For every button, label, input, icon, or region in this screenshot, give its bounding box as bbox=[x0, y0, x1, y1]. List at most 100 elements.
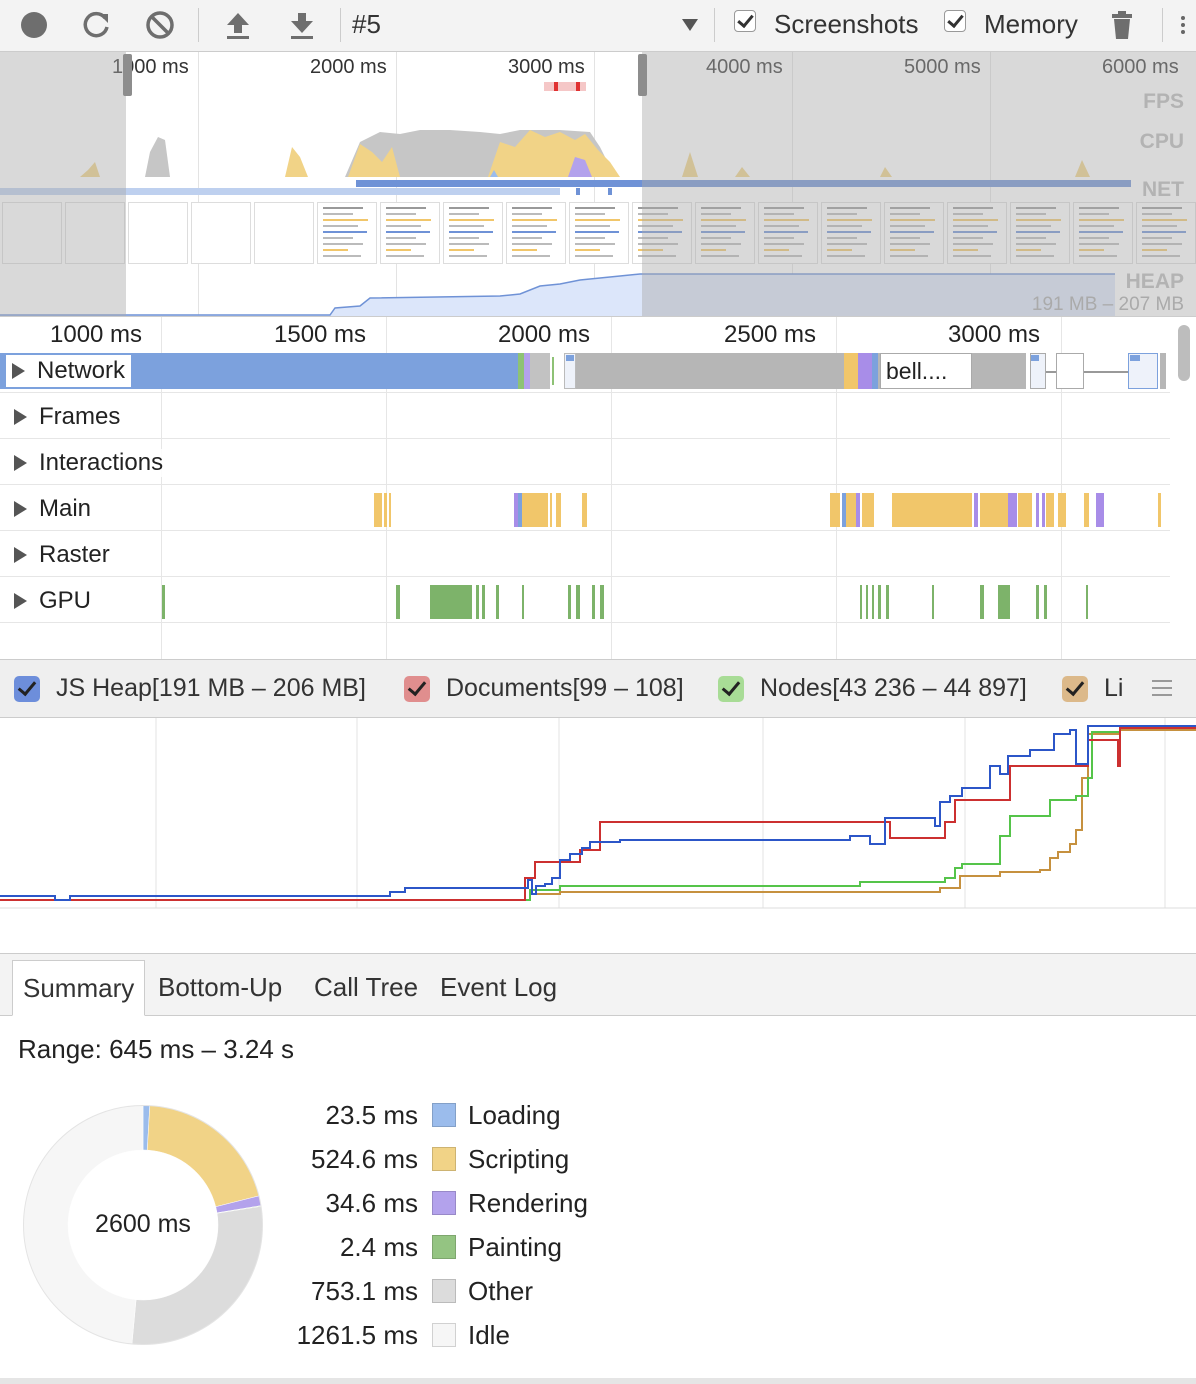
legend-label: Rendering bbox=[468, 1187, 588, 1218]
tab-bottom-up[interactable]: Bottom-Up bbox=[148, 960, 292, 1016]
legend-label: Painting bbox=[468, 1231, 562, 1262]
selection-outside-left bbox=[0, 52, 126, 316]
selection-outside-right bbox=[642, 52, 1196, 316]
legend-label: Other bbox=[468, 1275, 534, 1306]
clear-icon[interactable] bbox=[142, 6, 178, 44]
legend-row-scripting: 524.6 ms Scripting bbox=[260, 1144, 569, 1174]
legend-label: Scripting bbox=[468, 1143, 570, 1174]
recording-select[interactable]: #5 bbox=[352, 9, 381, 40]
menu-icon[interactable] bbox=[1152, 680, 1172, 701]
screenshot-thumbnail bbox=[380, 202, 440, 264]
expand-arrow-icon[interactable] bbox=[14, 501, 27, 517]
ruler-tick: 3000 ms bbox=[948, 321, 1041, 348]
memory-graph[interactable] bbox=[0, 718, 1196, 954]
legend-value: 753.1 ms bbox=[311, 1275, 418, 1306]
expand-arrow-icon[interactable] bbox=[14, 547, 27, 563]
download-icon[interactable] bbox=[284, 6, 320, 44]
track-label-network[interactable]: Network bbox=[6, 355, 132, 387]
legend-value: 34.6 ms bbox=[325, 1187, 419, 1218]
details-tabs: Summary Bottom-Up Call Tree Event Log bbox=[0, 954, 1196, 1016]
screenshot-thumbnail bbox=[191, 202, 251, 264]
expand-arrow-icon[interactable] bbox=[14, 455, 27, 471]
expand-arrow-icon[interactable] bbox=[14, 409, 27, 425]
legend-row-painting: 2.4 ms Painting bbox=[260, 1232, 562, 1262]
more-icon[interactable] bbox=[1176, 6, 1190, 44]
summary-panel: Range: 645 ms – 3.24 s 2600 ms 23.5 ms L… bbox=[0, 1016, 1196, 1384]
network-request[interactable]: bell.... bbox=[880, 353, 972, 389]
track-network[interactable]: bell.... Network bbox=[0, 353, 1170, 393]
legend-value: 1261.5 ms bbox=[296, 1319, 418, 1350]
screenshot-thumbnail bbox=[443, 202, 503, 264]
memory-checkbox[interactable] bbox=[944, 10, 966, 32]
donut-slice-scripting bbox=[146, 1104, 260, 1208]
legend-swatch bbox=[432, 1147, 456, 1171]
track-label-interactions[interactable]: Interactions bbox=[14, 449, 170, 477]
memory-label[interactable]: Memory bbox=[984, 9, 1078, 40]
legend-swatch bbox=[432, 1103, 456, 1127]
counter-checkbox[interactable] bbox=[404, 675, 430, 702]
legend-row-idle: 1261.5 ms Idle bbox=[260, 1320, 510, 1350]
ruler-tick: 2000 ms bbox=[498, 321, 591, 348]
screenshot-thumbnail bbox=[254, 202, 314, 264]
upload-icon[interactable] bbox=[220, 6, 256, 44]
track-label-main[interactable]: Main bbox=[14, 495, 98, 523]
legend-swatch bbox=[432, 1235, 456, 1259]
track-label-gpu[interactable]: GPU bbox=[14, 587, 98, 615]
selection-left-handle[interactable] bbox=[123, 54, 132, 96]
donut-total: 2600 ms bbox=[95, 1210, 191, 1238]
track-frames[interactable]: Frames bbox=[0, 393, 1170, 439]
counter-checkbox[interactable] bbox=[1062, 675, 1088, 702]
counter-nodes[interactable]: Nodes[43 236 – 44 897] bbox=[718, 674, 1027, 703]
range-text: Range: 645 ms – 3.24 s bbox=[18, 1034, 295, 1064]
fps-marker bbox=[554, 82, 558, 91]
counter-checkbox[interactable] bbox=[14, 675, 40, 702]
ruler-tick: 2500 ms bbox=[724, 321, 817, 348]
tab-call-tree[interactable]: Call Tree bbox=[304, 960, 428, 1016]
tab-summary[interactable]: Summary bbox=[12, 960, 146, 1016]
track-interactions[interactable]: Interactions bbox=[0, 439, 1170, 485]
legend-value: 524.6 ms bbox=[311, 1143, 418, 1174]
track-label-raster[interactable]: Raster bbox=[14, 541, 116, 569]
timeline-tracks[interactable]: 1000 ms 1500 ms 2000 ms 2500 ms 3000 ms … bbox=[0, 317, 1196, 660]
fps-marker bbox=[576, 82, 580, 91]
legend-value: 23.5 ms bbox=[325, 1099, 419, 1130]
counter-documents[interactable]: Documents[99 – 108] bbox=[404, 674, 684, 703]
selection-right-handle[interactable] bbox=[638, 54, 647, 96]
legend-swatch bbox=[432, 1323, 456, 1347]
counter-checkbox[interactable] bbox=[718, 675, 744, 702]
bottom-edge bbox=[0, 1378, 1196, 1384]
net-bar bbox=[576, 188, 580, 195]
screenshots-label[interactable]: Screenshots bbox=[774, 9, 919, 40]
legend-label: Loading bbox=[468, 1099, 561, 1130]
legend-row-loading: 23.5 ms Loading bbox=[260, 1100, 561, 1130]
legend-row-rendering: 34.6 ms Rendering bbox=[260, 1188, 588, 1218]
screenshot-thumbnail bbox=[317, 202, 377, 264]
tracks-scrollbar[interactable] bbox=[1178, 325, 1190, 381]
timeline-overview[interactable]: 1000 ms 2000 ms 3000 ms 4000 ms 5000 ms … bbox=[0, 52, 1196, 317]
memory-lines bbox=[0, 718, 1196, 909]
legend-value: 2.4 ms bbox=[339, 1231, 418, 1262]
counter-listeners[interactable]: Li bbox=[1062, 674, 1123, 703]
toolbar: #5 Screenshots Memory bbox=[0, 0, 1196, 52]
track-main[interactable]: Main bbox=[0, 485, 1170, 531]
tab-event-log[interactable]: Event Log bbox=[430, 960, 567, 1016]
screenshots-checkbox[interactable] bbox=[734, 10, 756, 32]
net-bar bbox=[608, 188, 612, 195]
counter-js-heap[interactable]: JS Heap[191 MB – 206 MB] bbox=[14, 674, 366, 703]
chevron-down-icon[interactable] bbox=[676, 6, 704, 44]
legend-swatch bbox=[432, 1279, 456, 1303]
ruler-tick: 1000 ms bbox=[50, 321, 143, 348]
overview-tick: 2000 ms bbox=[310, 56, 387, 78]
trash-icon[interactable] bbox=[1106, 6, 1138, 44]
legend-swatch bbox=[432, 1191, 456, 1215]
expand-arrow-icon[interactable] bbox=[12, 363, 25, 379]
screenshot-thumbnail bbox=[569, 202, 629, 264]
track-raster[interactable]: Raster bbox=[0, 531, 1170, 577]
screenshot-thumbnail bbox=[128, 202, 188, 264]
track-label-frames[interactable]: Frames bbox=[14, 403, 127, 431]
overview-tick: 3000 ms bbox=[508, 56, 585, 78]
expand-arrow-icon[interactable] bbox=[14, 593, 27, 609]
reload-icon[interactable] bbox=[78, 6, 114, 44]
record-icon[interactable] bbox=[16, 6, 52, 44]
track-gpu[interactable]: GPU bbox=[0, 577, 1170, 623]
